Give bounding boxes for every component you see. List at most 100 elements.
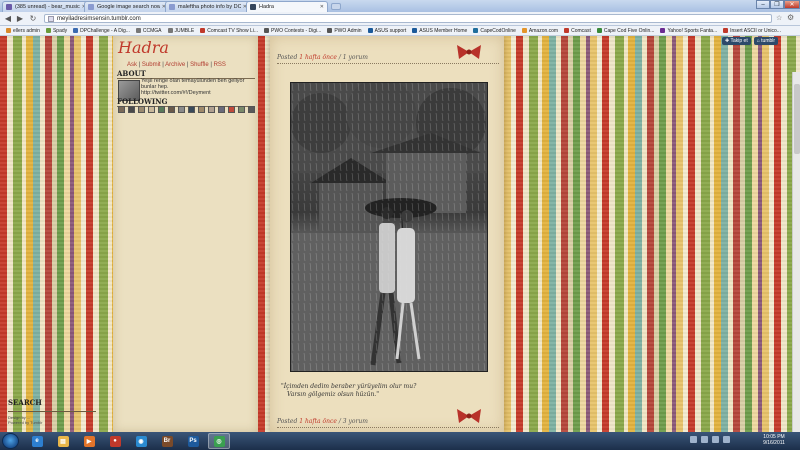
minimize-button[interactable]: – [756,0,770,9]
bookmark-item[interactable]: ellers admin [6,28,40,34]
close-tab-icon[interactable]: ✕ [320,4,324,10]
following-avatar[interactable] [118,106,125,113]
following-avatars [118,106,255,113]
post2-time-link[interactable]: 1 hafta önce [299,418,337,425]
tumblr-icon [250,4,256,10]
bookmark-label: ASUS Member Home [419,27,468,34]
following-avatar[interactable] [248,106,255,113]
tab-google-image-search[interactable]: Google image search now ✕ [84,1,170,12]
following-avatar[interactable] [238,106,245,113]
tab-hadra[interactable]: Hadra ✕ [246,1,328,12]
system-clock[interactable]: 10:05 PM 9/16/2011 [754,434,794,446]
following-avatar[interactable] [208,106,215,113]
post-meta: Posted 1 hafta önce / 1 yorum [277,54,368,61]
shuffle-link[interactable]: Shuffle [190,62,209,68]
post-photo[interactable] [290,82,488,372]
bookmark-item[interactable]: PWO Contests - Digi... [264,28,321,34]
bookmark-item[interactable]: Insert ASCII or Unico... [723,28,781,34]
taskbar-photoshop[interactable]: Ps [182,433,204,449]
bookmark-label: DPChallenge - A Dig... [80,27,130,34]
start-button[interactable] [2,433,19,449]
taskbar-windows-explorer[interactable]: ▤ [52,433,74,449]
bookmark-label: Comcast TV Show Li... [207,27,259,34]
bookmark-item[interactable]: ASUS Member Home [412,28,467,34]
bookmark-item[interactable]: JUMBLE [167,28,194,34]
tab-bear-music[interactable]: (385 unread) - bear_music ✕ [2,1,90,12]
bookmark-item[interactable]: DPChallenge - A Dig... [73,28,130,34]
archive-link[interactable]: Archive [165,62,185,68]
forward-button[interactable]: ▶ [15,14,25,23]
twitter-link[interactable]: http://twitter.com/#!/Deyment [141,90,256,96]
taskbar-chrome[interactable]: ◎ [208,433,230,449]
taskbar-bridge-app[interactable]: Br [156,433,178,449]
tab-photo-info[interactable]: maleftha photo info by DC ✕ [165,1,251,12]
bookmark-item[interactable]: Amazon.com [521,28,558,34]
following-avatar[interactable] [178,106,185,113]
bookmark-item[interactable]: PWO Admin [327,28,362,34]
red-app-icon: ● [109,435,121,447]
post-comments-link[interactable]: 1 yorum [343,54,368,61]
tab-label: maleftha photo info by DC [178,4,241,10]
page-scrollbar[interactable] [792,72,800,432]
tumblr-controls: ✚ Takip et ⌂ tumblr [722,37,779,45]
bookmark-label: CapeCodOnline [480,27,516,34]
taskbar-blue-app[interactable]: ◉ [130,433,152,449]
bookmark-icon [367,28,373,33]
scroll-thumb[interactable] [794,84,800,154]
bookmark-icon [660,28,666,33]
taskbar-internet-explorer[interactable]: e [26,433,48,449]
windows-explorer-icon: ▤ [57,435,69,447]
following-avatar[interactable] [198,106,205,113]
post-time-link[interactable]: 1 hafta önce [299,54,337,61]
following-avatar[interactable] [228,106,235,113]
flag-icon[interactable] [723,436,730,443]
wrench-icon[interactable]: ⚙ [787,13,797,23]
bookmark-item[interactable]: Comcast [564,28,591,34]
submit-link[interactable]: Submit [142,62,161,68]
tab-label: Hadra [259,4,274,10]
maximize-button[interactable]: ❐ [770,0,784,9]
ask-link[interactable]: Ask [127,62,137,68]
search-input[interactable] [8,406,96,412]
bookmark-label: ellers admin [13,27,40,34]
bookmark-icon [327,28,333,33]
bookmark-item[interactable]: CCMGA [135,28,162,34]
blog-title[interactable]: Hadra [118,38,169,57]
bookmark-item[interactable]: Cape Cod Five Onlin... [596,28,654,34]
bookmark-icon [6,28,11,33]
bookmark-label: Comcast [571,27,591,34]
following-avatar[interactable] [188,106,195,113]
volume-icon[interactable] [712,436,719,443]
bookmark-item[interactable]: Comcast TV Show Li... [200,28,258,34]
following-avatar[interactable] [128,106,135,113]
bookmark-star-icon[interactable]: ☆ [776,14,785,23]
address-bar[interactable]: meyiladresimsensin.tumblr.com [44,14,772,23]
bookmark-item[interactable]: Spady [45,28,67,34]
back-button[interactable]: ◀ [3,14,13,23]
bookmark-label: Insert ASCII or Unico... [730,27,781,34]
bridge-app-icon: Br [161,435,173,447]
bookmark-item[interactable]: CapeCodOnline [473,28,516,34]
taskbar-red-app[interactable]: ● [104,433,126,449]
following-avatar[interactable] [158,106,165,113]
following-avatar[interactable] [218,106,225,113]
following-avatar[interactable] [168,106,175,113]
page-icon [48,15,54,22]
windows-taskbar: e ▤ ▶ ● ◉ Br Ps ◎ 10:05 PM 9/16/2011 [0,432,800,450]
post2-comments-link[interactable]: 3 yorum [343,418,368,425]
network-icon[interactable] [701,436,708,443]
dashboard-button[interactable]: ⌂ tumblr [753,37,779,45]
following-avatar[interactable] [138,106,145,113]
follow-button[interactable]: ✚ Takip et [722,37,751,45]
close-window-button[interactable]: ✕ [784,0,800,9]
bookmark-item[interactable]: ASUS support [367,28,406,34]
new-tab-icon[interactable] [331,3,341,10]
ribbon-bow-icon [457,409,481,423]
following-avatar[interactable] [148,106,155,113]
reload-button[interactable]: ↻ [28,14,38,23]
tray-icon[interactable] [690,436,697,443]
bookmark-item[interactable]: Yahoo! Sports Fanta... [660,28,717,34]
rss-link[interactable]: RSS [214,62,226,68]
credit-line[interactable]: Powered by Tumblr [8,420,42,425]
taskbar-media-player[interactable]: ▶ [78,433,100,449]
